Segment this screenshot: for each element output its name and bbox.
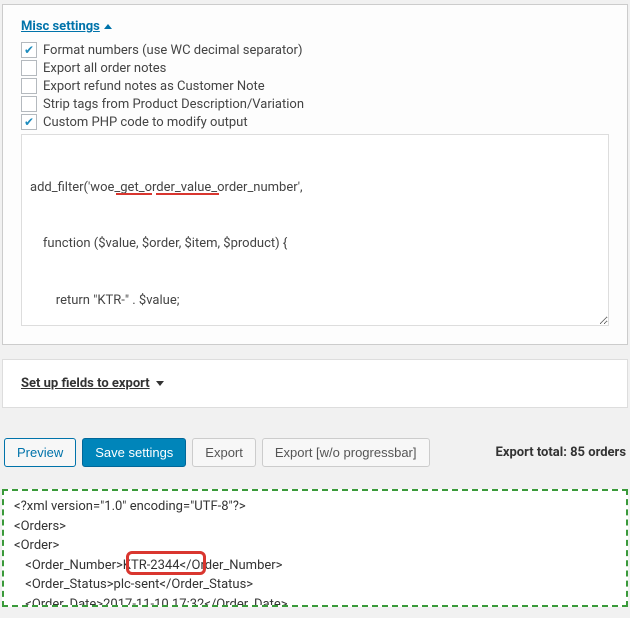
option-format-numbers[interactable]: Format numbers (use WC decimal separator… <box>21 42 609 58</box>
save-settings-button[interactable]: Save settings <box>82 438 186 467</box>
checkbox-icon[interactable] <box>21 42 37 58</box>
highlight-box <box>126 551 206 575</box>
export-no-progressbar-button[interactable]: Export [w/o progressbar] <box>262 438 430 467</box>
export-button[interactable]: Export <box>192 438 256 467</box>
misc-settings-title: Misc settings <box>21 19 100 34</box>
option-label: Export refund notes as Customer Note <box>43 79 265 94</box>
code-line: return "KTR-" . $value; <box>30 292 600 311</box>
checkbox-icon[interactable] <box>21 114 37 130</box>
highlight-underline <box>156 193 219 195</box>
option-label: Custom PHP code to modify output <box>43 115 248 130</box>
php-code-textarea[interactable]: add_filter('woe_get_order_value_order_nu… <box>21 134 609 326</box>
fields-export-toggle[interactable]: Set up fields to export <box>21 376 164 391</box>
xml-line: <?xml version="1.0" encoding="UTF-8"?> <box>14 497 616 517</box>
fields-export-panel: Set up fields to export <box>2 359 628 408</box>
xml-line: <Order_Status>plc-sent</Order_Status> <box>14 575 616 595</box>
highlight-underline <box>116 193 152 195</box>
option-strip-tags[interactable]: Strip tags from Product Description/Vari… <box>21 96 609 112</box>
code-line: function ($value, $order, $item, $produc… <box>30 235 600 254</box>
checkbox-icon[interactable] <box>21 60 37 76</box>
misc-settings-panel: Misc settings Format numbers (use WC dec… <box>2 4 628 345</box>
xml-line: <Order> <box>14 536 616 556</box>
option-label: Format numbers (use WC decimal separator… <box>43 43 302 58</box>
preview-button[interactable]: Preview <box>4 438 76 467</box>
fields-title-label: Set up fields to export <box>21 376 150 391</box>
misc-settings-toggle[interactable]: Misc settings <box>21 19 112 34</box>
xml-line: <Order_Number>KTR-2344</Order_Number> <box>14 556 616 576</box>
xml-preview-box: <?xml version="1.0" encoding="UTF-8"?> <… <box>2 489 628 607</box>
checkbox-icon[interactable] <box>21 96 37 112</box>
xml-line: <Order_Date>2017-11-10 17:32</Order_Date… <box>14 595 616 608</box>
option-custom-php[interactable]: Custom PHP code to modify output <box>21 114 609 130</box>
xml-line: <Orders> <box>14 517 616 537</box>
option-label: Strip tags from Product Description/Vari… <box>43 97 304 112</box>
option-refund-notes[interactable]: Export refund notes as Customer Note <box>21 78 609 94</box>
action-buttons-row: Preview Save settings Export Export [w/o… <box>2 438 628 467</box>
caret-up-icon <box>104 24 112 29</box>
checkbox-icon[interactable] <box>21 78 37 94</box>
option-label: Export all order notes <box>43 61 166 76</box>
caret-down-icon <box>156 381 164 386</box>
export-total-label: Export total: 85 orders <box>496 445 626 460</box>
option-export-notes[interactable]: Export all order notes <box>21 60 609 76</box>
